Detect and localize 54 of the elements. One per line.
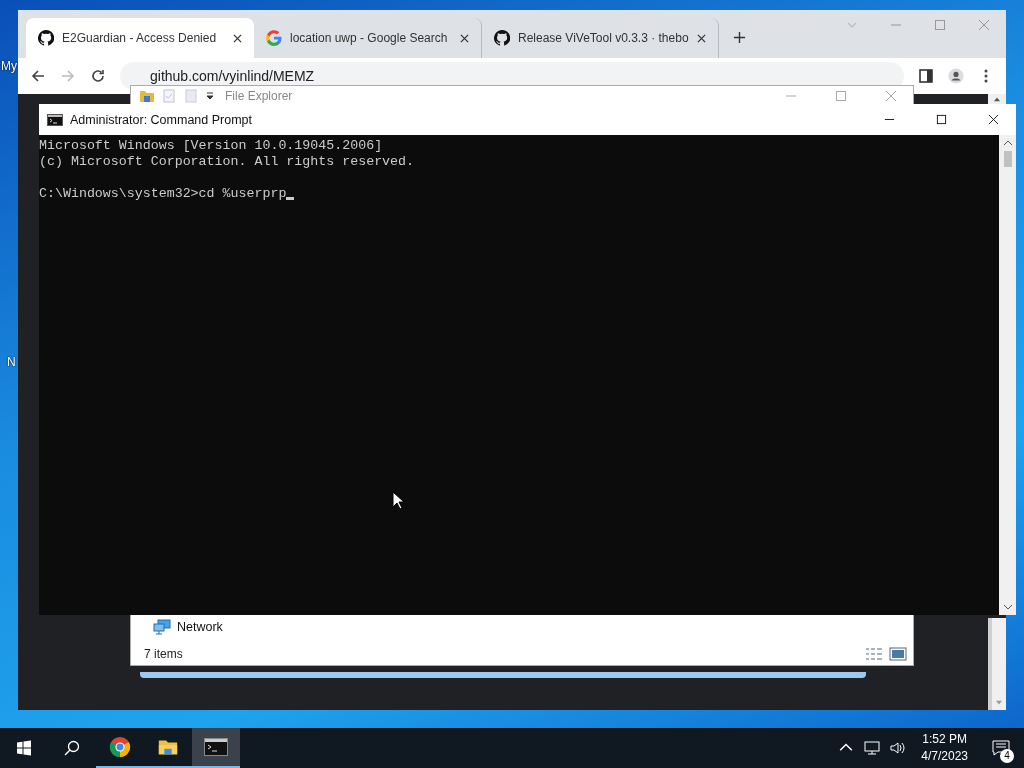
new-tab-icon[interactable]	[732, 31, 746, 44]
console-output-line: (c) Microsoft Corporation. All rights reserved.	[39, 154, 416, 170]
network-item[interactable]: Network	[131, 619, 223, 643]
dropdown-caret-icon[interactable]	[205, 90, 215, 101]
close-tab-icon[interactable]	[233, 33, 242, 43]
console-icon	[47, 113, 63, 126]
scroll-up-icon[interactable]	[1002, 139, 1013, 147]
close-icon[interactable]	[988, 114, 999, 125]
browser-tab[interactable]: E2Guardian - Access Denied	[26, 18, 254, 58]
mouse-pointer-icon	[392, 491, 404, 510]
scroll-down-icon	[995, 700, 1003, 706]
taskbar-app-button[interactable]	[192, 728, 240, 768]
back-arrow-icon[interactable]	[30, 68, 46, 84]
close-tab-icon[interactable]	[460, 33, 469, 43]
clock-time: 1:52 PM	[922, 731, 967, 748]
octocat-icon	[494, 30, 510, 46]
large-icons-view-icon[interactable]	[889, 647, 907, 661]
text-cursor	[286, 197, 295, 200]
window-title: Administrator: Command Prompt	[70, 112, 252, 127]
tab-title: Release ViVeTool v0.3.3 · thebo	[518, 31, 689, 45]
nav-label: Network	[177, 620, 223, 634]
scroll-up-button[interactable]	[988, 94, 1006, 104]
clock-date: 4/7/2023	[921, 748, 968, 765]
scrollbar-thumb[interactable]	[1003, 151, 1012, 167]
search-icon[interactable]	[64, 740, 80, 756]
scrollbar-track[interactable]	[988, 618, 1006, 710]
tab-title: location uwp - Google Search	[290, 31, 449, 45]
notification-count: 4	[1000, 749, 1014, 763]
close-tab-icon[interactable]	[696, 33, 706, 43]
windows-start-icon[interactable]	[16, 740, 32, 756]
octocat-icon	[38, 30, 54, 46]
status-text: 7 items	[144, 647, 183, 661]
profile-avatar-icon[interactable]	[948, 68, 964, 84]
scroll-up-icon	[993, 96, 1001, 102]
network-icon[interactable]	[864, 741, 881, 755]
scroll-down-icon[interactable]	[1002, 603, 1013, 611]
maximize-icon[interactable]	[936, 114, 947, 125]
chrome-logo-icon	[108, 736, 132, 758]
desktop-icon-label[interactable]: N	[7, 355, 16, 369]
side-panel-icon[interactable]	[918, 68, 934, 84]
network-icon	[153, 619, 171, 635]
tab-title: E2Guardian - Access Denied	[62, 31, 218, 45]
desktop-icon-label[interactable]: My	[1, 59, 17, 73]
google-g-icon	[266, 30, 282, 46]
console-icon	[204, 736, 228, 758]
scrollbar[interactable]	[999, 135, 1016, 615]
clock[interactable]: 1:52 PM 4/7/2023	[911, 731, 978, 765]
url-text: github.com/vyinlind/MEMZ	[150, 68, 315, 84]
command-line: C:\Windows\system32>cd %userprp	[39, 186, 287, 202]
speaker-icon[interactable]	[890, 741, 907, 755]
notification-center-button[interactable]: 4	[978, 728, 1024, 768]
reload-icon[interactable]	[90, 68, 106, 84]
window-title: File Explorer	[225, 88, 293, 103]
console-output-line: Microsoft Windows [Version 10.0.19045.2006]	[39, 138, 384, 154]
